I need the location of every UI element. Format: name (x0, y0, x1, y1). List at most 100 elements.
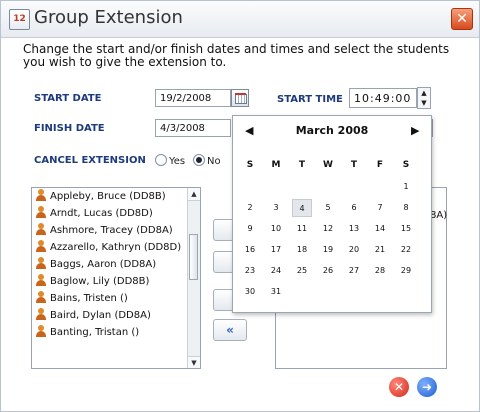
list-scrollbar[interactable]: ▲ ▼ (187, 188, 200, 368)
calendar-day[interactable]: 21 (370, 241, 390, 259)
student-list-item[interactable]: Baggs, Aaron (DD8A) (32, 256, 200, 273)
calendar-day[interactable]: 5 (318, 199, 338, 217)
student-name: Arndt, Lucas (DD8D) (50, 208, 153, 219)
calendar-day[interactable]: 28 (370, 262, 390, 280)
next-arrow-icon[interactable]: ➜ (417, 377, 437, 397)
student-items: Appleby, Bruce (DD8B) Arndt, Lucas (DD8D)… (32, 188, 200, 341)
cancel-yes-radio[interactable]: Yes (155, 154, 185, 167)
weekday-label: F (376, 160, 384, 170)
calendar-day[interactable]: 27 (344, 262, 364, 280)
cancel-extension-label: CANCEL EXTENSION (34, 155, 146, 166)
calendar-day[interactable]: 6 (344, 199, 364, 217)
calendar-icon (235, 94, 247, 104)
dialog-window: 12 Group Extension ✕ Change the start an… (0, 0, 480, 412)
student-name: Azzarello, Kathryn (DD8D) (50, 242, 182, 253)
start-date-input[interactable]: 19/2/2008 (155, 89, 231, 107)
calendar-day[interactable]: 25 (292, 262, 312, 280)
selected-student-item[interactable]: 8A) (430, 210, 447, 221)
calendar-day[interactable]: 11 (292, 220, 312, 238)
student-name: Bains, Tristen () (50, 293, 128, 304)
cancel-no-radio[interactable]: No (193, 154, 221, 167)
weekday-label: W (323, 160, 333, 170)
next-month-icon[interactable]: ▶ (411, 124, 419, 137)
start-date-calendar-button[interactable] (231, 89, 249, 107)
student-list-item[interactable]: Bains, Tristen () (32, 290, 200, 307)
calendar-day[interactable]: 3 (266, 199, 286, 217)
calendar-day[interactable]: 14 (370, 220, 390, 238)
spin-down-icon[interactable]: ▼ (418, 98, 430, 108)
calendar-month-title: March 2008 (295, 124, 369, 137)
double-left-arrow-icon: « (226, 323, 234, 337)
calendar-day[interactable]: 13 (344, 220, 364, 238)
calendar-day[interactable]: 2 (240, 199, 260, 217)
calendar-day[interactable]: 8 (396, 199, 416, 217)
student-name: Banting, Tristan () (50, 327, 140, 338)
calendar-day[interactable]: 12 (318, 220, 338, 238)
person-icon (36, 206, 46, 218)
student-list-item[interactable]: Baglow, Lily (DD8B) (32, 273, 200, 290)
calendar-day[interactable]: 24 (266, 262, 286, 280)
radio-circle[interactable] (155, 154, 167, 166)
person-icon (36, 223, 46, 235)
calendar-day[interactable]: 20 (344, 241, 364, 259)
weekday-label: S (246, 160, 254, 170)
calendar-day[interactable]: 1 (396, 178, 416, 196)
cancel-no-label: No (207, 156, 221, 167)
calendar-day[interactable]: 22 (396, 241, 416, 259)
move-all-left-button[interactable]: « (213, 319, 247, 341)
student-name: Baglow, Lily (DD8B) (50, 276, 150, 287)
calendar-day[interactable]: 19 (318, 241, 338, 259)
student-list-item[interactable]: Azzarello, Kathryn (DD8D) (32, 239, 200, 256)
calendar-day[interactable]: 26 (318, 262, 338, 280)
scroll-down-icon[interactable]: ▼ (188, 356, 200, 368)
radio-circle-selected[interactable] (193, 154, 205, 166)
person-icon (36, 189, 46, 201)
close-icon[interactable]: ✕ (451, 8, 473, 30)
window-title: Group Extension (34, 7, 183, 28)
available-students-list[interactable]: Appleby, Bruce (DD8B) Arndt, Lucas (DD8D)… (31, 187, 201, 369)
calendar-day[interactable]: 4 (292, 199, 312, 217)
finish-date-input[interactable]: 4/3/2008 (155, 119, 231, 137)
scroll-up-icon[interactable]: ▲ (188, 188, 200, 201)
calendar-day[interactable]: 29 (396, 262, 416, 280)
person-icon (36, 240, 46, 252)
calendar-day[interactable]: 31 (266, 283, 286, 301)
finish-date-label: FINISH DATE (34, 123, 105, 134)
calendar-day[interactable]: 9 (240, 220, 260, 238)
person-icon (36, 308, 46, 320)
calendar-day[interactable]: 30 (240, 283, 260, 301)
start-time-label: START TIME (277, 94, 343, 105)
student-name: Ashmore, Tracey (DD8A) (50, 225, 173, 236)
student-list-item[interactable]: Banting, Tristan () (32, 324, 200, 341)
scroll-thumb[interactable] (189, 234, 198, 280)
calendar-app-icon: 12 (9, 9, 30, 30)
calendar-day[interactable]: 23 (240, 262, 260, 280)
calendar-day[interactable]: 7 (370, 199, 390, 217)
title-bar: 12 Group Extension ✕ (1, 1, 479, 38)
student-list-item[interactable]: Baird, Dylan (DD8A) (32, 307, 200, 324)
cancel-circle-icon[interactable]: ✕ (389, 377, 409, 397)
student-name: Appleby, Bruce (DD8B) (50, 191, 166, 202)
person-icon (36, 291, 46, 303)
start-time-input[interactable]: 10:49:00 (349, 88, 417, 108)
instructions-text: Change the start and/or finish dates and… (23, 42, 450, 69)
calendar-day[interactable]: 16 (240, 241, 260, 259)
student-list-item[interactable]: Ashmore, Tracey (DD8A) (32, 222, 200, 239)
student-name: Baird, Dylan (DD8A) (50, 310, 151, 321)
cancel-yes-label: Yes (169, 156, 186, 167)
calendar-day[interactable]: 15 (396, 220, 416, 238)
calendar-header: ◀ March 2008 ▶ (233, 124, 431, 142)
calendar-day[interactable]: 17 (266, 241, 286, 259)
start-time-spinner[interactable]: ▲ ▼ (417, 87, 431, 109)
calendar-popup: ◀ March 2008 ▶ SMTWTFS 1 2 3 4 5 6 7 8 9 10 11 12 13… (232, 115, 432, 313)
weekday-label: M (271, 160, 281, 170)
student-list-item[interactable]: Arndt, Lucas (DD8D) (32, 205, 200, 222)
calendar-day[interactable]: 18 (292, 241, 312, 259)
student-name: Baggs, Aaron (DD8A) (50, 259, 157, 270)
spin-up-icon[interactable]: ▲ (418, 88, 430, 98)
person-icon (36, 257, 46, 269)
calendar-day[interactable]: 10 (266, 220, 286, 238)
weekday-label: T (298, 160, 306, 170)
person-icon (36, 325, 46, 337)
student-list-item[interactable]: Appleby, Bruce (DD8B) (32, 188, 200, 205)
